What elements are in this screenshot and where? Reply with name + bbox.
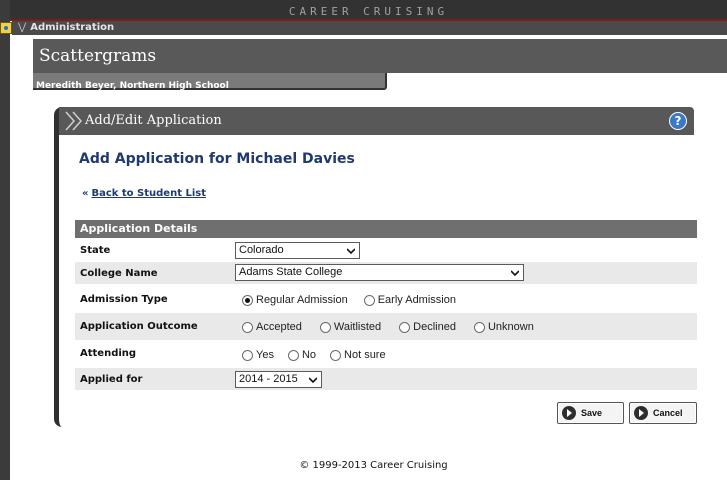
applied-for-select[interactable]: 2014 - 2015 bbox=[235, 371, 322, 388]
user-info-bar: Meredith Beyer, Northern High School bbox=[33, 73, 387, 91]
option-label: Regular Admission bbox=[256, 294, 348, 306]
option-label: Not sure bbox=[344, 349, 386, 361]
save-button[interactable]: Save bbox=[557, 402, 624, 424]
option-label: Early Admission bbox=[377, 294, 456, 306]
attending-label: Attending bbox=[80, 348, 137, 359]
double-chevron-down-icon: ⋁ bbox=[18, 22, 27, 33]
back-to-student-list-link[interactable]: Back to Student List bbox=[91, 188, 206, 199]
chevron-down-icon bbox=[309, 377, 317, 384]
state-select-value: Colorado bbox=[239, 244, 284, 256]
arrow-right-circle-icon bbox=[634, 406, 648, 420]
back-link-wrapper: «Back to Student List bbox=[82, 188, 206, 199]
college-row: College Name Adams State College bbox=[75, 262, 697, 284]
chevron-down-icon bbox=[511, 270, 519, 277]
brand-bar: CAREER CRUISING bbox=[10, 0, 727, 21]
radio-button-icon bbox=[242, 294, 253, 306]
double-chevron-right-icon bbox=[65, 111, 83, 131]
page-title-bar: Scattergrams bbox=[33, 39, 727, 73]
radio-button-icon bbox=[287, 349, 299, 361]
arrow-right-circle-icon bbox=[562, 406, 576, 420]
cancel-button[interactable]: Cancel bbox=[629, 402, 697, 424]
radio-regular-admission[interactable]: Regular Admission bbox=[242, 294, 348, 306]
radio-unknown[interactable]: Unknown bbox=[473, 321, 534, 333]
details-header: Application Details bbox=[75, 220, 697, 238]
attending-group: Yes No Not sure bbox=[242, 349, 386, 361]
cancel-button-label: Cancel bbox=[653, 408, 683, 418]
option-label: Declined bbox=[413, 321, 456, 333]
admin-toggle-icon[interactable] bbox=[0, 22, 12, 34]
save-button-label: Save bbox=[581, 408, 603, 418]
admission-type-label: Admission Type bbox=[80, 294, 168, 305]
radio-button-icon bbox=[473, 321, 485, 333]
state-row: State Colorado bbox=[75, 240, 697, 260]
radio-button-icon bbox=[363, 294, 375, 306]
college-select[interactable]: Adams State College bbox=[235, 264, 524, 281]
radio-no[interactable]: No bbox=[287, 349, 317, 361]
college-select-value: Adams State College bbox=[239, 266, 343, 278]
option-label: Accepted bbox=[256, 321, 302, 333]
radio-waitlisted[interactable]: Waitlisted bbox=[319, 321, 382, 333]
outcome-group: Accepted Waitlisted Declined Unknown bbox=[242, 321, 534, 333]
outcome-label: Application Outcome bbox=[80, 321, 198, 332]
radio-yes[interactable]: Yes bbox=[242, 349, 274, 361]
brand-title: CAREER CRUISING bbox=[288, 5, 449, 18]
radio-button-icon bbox=[319, 321, 331, 333]
radio-button-icon bbox=[399, 321, 411, 333]
radio-declined[interactable]: Declined bbox=[399, 321, 456, 333]
option-label: Waitlisted bbox=[333, 321, 382, 333]
radio-accepted[interactable]: Accepted bbox=[242, 321, 302, 333]
option-label: Unknown bbox=[487, 321, 534, 333]
college-label: College Name bbox=[80, 268, 158, 279]
form-heading: Add Application for Michael Davies bbox=[79, 151, 355, 167]
chevron-down-icon bbox=[347, 248, 355, 255]
footer-copyright: © 1999-2013 Career Cruising bbox=[299, 460, 448, 471]
applied-for-label: Applied for bbox=[80, 374, 143, 385]
outcome-row: Application Outcome Accepted Waitlisted … bbox=[75, 313, 697, 340]
panel-header: Add/Edit Application ? bbox=[59, 107, 694, 135]
radio-early-admission[interactable]: Early Admission bbox=[363, 294, 456, 306]
page-title: Scattergrams bbox=[39, 46, 157, 66]
applied-for-row: Applied for 2014 - 2015 bbox=[75, 368, 697, 390]
left-sidebar-strip bbox=[0, 0, 10, 480]
option-label: Yes bbox=[256, 349, 274, 361]
applied-for-select-value: 2014 - 2015 bbox=[239, 373, 298, 385]
radio-button-icon bbox=[330, 349, 342, 361]
option-label: No bbox=[301, 349, 317, 361]
radio-not-sure[interactable]: Not sure bbox=[330, 349, 386, 361]
radio-button-icon bbox=[242, 321, 253, 333]
user-info: Meredith Beyer, Northern High School bbox=[36, 81, 229, 91]
state-select[interactable]: Colorado bbox=[235, 242, 360, 259]
panel-title: Add/Edit Application bbox=[85, 113, 222, 128]
admin-bar[interactable]: ⋁ Administration bbox=[12, 21, 727, 35]
admin-bar-label: Administration bbox=[30, 22, 115, 33]
state-label: State bbox=[80, 245, 111, 256]
radio-button-icon bbox=[242, 349, 253, 361]
help-icon[interactable]: ? bbox=[669, 112, 687, 130]
admission-type-row: Admission Type Regular Admission Early A… bbox=[75, 287, 697, 313]
back-arrow-icon: « bbox=[82, 188, 89, 199]
attending-row: Attending Yes No Not sure bbox=[75, 341, 697, 368]
admission-type-group: Regular Admission Early Admission bbox=[242, 294, 456, 306]
